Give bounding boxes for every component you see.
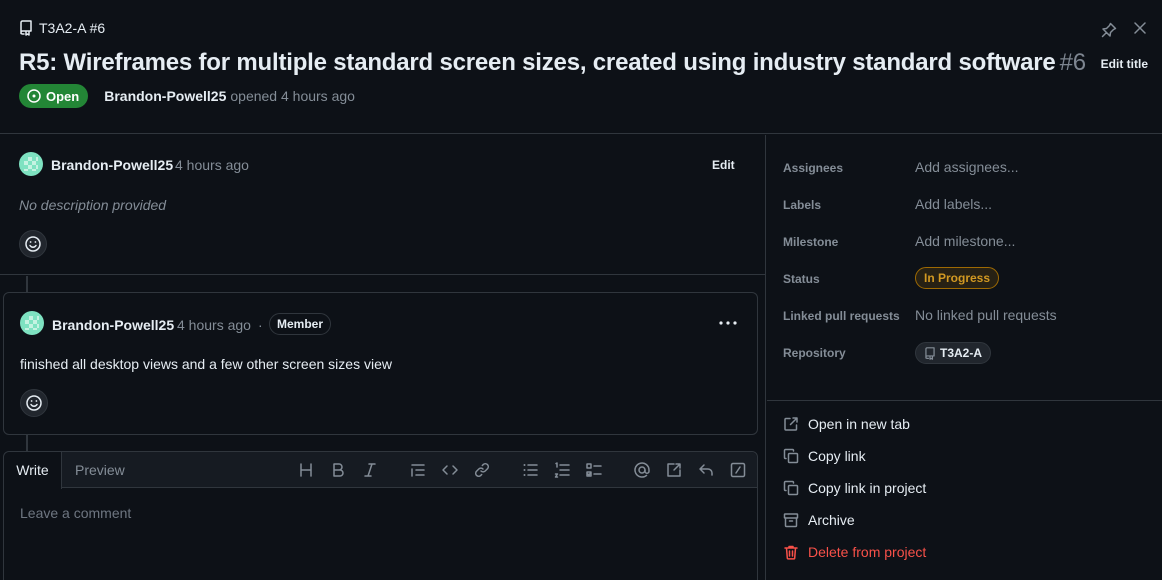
issue-sidebar: Assignees Add assignees... Labels Add la… xyxy=(767,135,1162,580)
edit-title-button[interactable]: Edit title xyxy=(1101,57,1148,71)
code-icon[interactable] xyxy=(441,461,459,479)
comment-body: finished all desktop views and a few oth… xyxy=(20,356,392,372)
comment-author[interactable]: Brandon-Powell25 xyxy=(52,317,174,333)
breadcrumb-label: T3A2-A #6 xyxy=(39,20,106,36)
timeline-line xyxy=(26,276,28,292)
description-body: No description provided xyxy=(19,197,167,213)
slash-command-icon[interactable] xyxy=(729,461,747,479)
smiley-icon xyxy=(26,395,42,411)
bullet-list-icon[interactable] xyxy=(521,461,539,479)
status-label: Status xyxy=(783,272,820,286)
link-icon[interactable] xyxy=(473,461,491,479)
copy-icon xyxy=(783,448,799,464)
assignees-value[interactable]: Add assignees... xyxy=(915,159,1019,175)
description-time[interactable]: 4 hours ago xyxy=(175,157,249,173)
milestone-label: Milestone xyxy=(783,235,839,249)
archive-button[interactable]: Archive xyxy=(783,512,855,528)
comment: Brandon-Powell25 4 hours ago · Member fi… xyxy=(3,292,758,435)
copy-link-button[interactable]: Copy link xyxy=(783,448,866,464)
repository-value[interactable]: T3A2-A xyxy=(915,342,992,364)
issue-main: Brandon-Powell25 4 hours ago Edit No des… xyxy=(0,135,766,580)
repository-label: Repository xyxy=(783,346,846,360)
milestone-value[interactable]: Add milestone... xyxy=(915,233,1015,249)
assignees-label: Assignees xyxy=(783,161,844,175)
issue-description: Brandon-Powell25 4 hours ago Edit No des… xyxy=(0,135,765,275)
reply-icon[interactable] xyxy=(697,461,715,479)
description-author[interactable]: Brandon-Powell25 xyxy=(51,157,173,173)
trash-icon xyxy=(784,545,798,560)
issue-number: #6 xyxy=(1059,49,1086,76)
repo-icon xyxy=(925,346,935,360)
linked-prs-label: Linked pull requests xyxy=(783,309,900,323)
sidebar-divider xyxy=(767,400,1162,401)
avatar[interactable] xyxy=(19,152,43,176)
issue-header: T3A2-A #6 R5: Wireframes for multiple st… xyxy=(0,0,1162,134)
repository-name: T3A2-A xyxy=(940,346,983,360)
quote-icon[interactable] xyxy=(409,461,427,479)
add-reaction-button[interactable] xyxy=(19,230,47,258)
issue-author[interactable]: Brandon-Powell25 xyxy=(104,88,226,104)
add-reaction-button[interactable] xyxy=(20,389,48,417)
comment-input[interactable]: Leave a comment xyxy=(20,505,131,521)
archive-label: Archive xyxy=(808,512,855,528)
open-in-new-tab-button[interactable]: Open in new tab xyxy=(783,416,910,432)
comment-separator: · xyxy=(258,317,263,333)
copy-icon xyxy=(783,480,799,496)
avatar[interactable] xyxy=(20,311,44,335)
breadcrumb[interactable]: T3A2-A #6 xyxy=(19,20,105,36)
labels-label: Labels xyxy=(783,198,822,212)
reference-icon[interactable] xyxy=(665,461,683,479)
repo-icon xyxy=(20,20,32,36)
comment-editor: Write Preview Leave a comment xyxy=(3,451,758,580)
copy-link-in-project-label: Copy link in project xyxy=(808,480,927,496)
archive-icon xyxy=(783,513,799,528)
external-link-icon xyxy=(784,417,798,431)
close-icon[interactable] xyxy=(1133,21,1147,35)
more-options-icon[interactable] xyxy=(716,313,740,333)
copy-link-label: Copy link xyxy=(808,448,866,464)
italic-icon[interactable] xyxy=(361,461,379,479)
delete-from-project-label: Delete from project xyxy=(808,544,927,560)
labels-value[interactable]: Add labels... xyxy=(915,196,992,212)
status-badge: Open xyxy=(19,84,89,108)
issue-open-icon xyxy=(27,89,41,103)
delete-from-project-button[interactable]: Delete from project xyxy=(783,544,926,560)
open-in-new-tab-label: Open in new tab xyxy=(808,416,910,432)
edit-description-button[interactable]: Edit xyxy=(712,158,735,172)
status-badge-label: Open xyxy=(46,88,80,104)
timeline-line xyxy=(26,435,28,451)
editor-tabbar: Write Preview xyxy=(4,452,757,489)
numbered-list-icon[interactable] xyxy=(553,461,571,479)
bold-icon[interactable] xyxy=(329,461,347,479)
copy-link-in-project-button[interactable]: Copy link in project xyxy=(783,480,926,496)
task-list-icon[interactable] xyxy=(585,461,603,479)
smiley-icon xyxy=(25,236,41,252)
issue-title-text: R5: Wireframes for multiple standard scr… xyxy=(19,49,1056,76)
heading-icon[interactable] xyxy=(297,461,315,479)
status-value[interactable]: In Progress xyxy=(915,267,1000,289)
linked-prs-value: No linked pull requests xyxy=(915,307,1057,323)
comment-time[interactable]: 4 hours ago xyxy=(177,317,251,333)
role-badge: Member xyxy=(269,313,332,335)
mention-icon[interactable] xyxy=(633,461,651,479)
issue-meta: Open Brandon-Powell25 opened 4 hours ago xyxy=(19,84,355,108)
tab-write[interactable]: Write xyxy=(4,452,62,489)
issue-title: R5: Wireframes for multiple standard scr… xyxy=(19,49,1086,77)
opened-text: opened 4 hours ago xyxy=(230,88,355,104)
tab-preview[interactable]: Preview xyxy=(75,452,125,489)
pin-icon[interactable] xyxy=(1100,21,1118,39)
